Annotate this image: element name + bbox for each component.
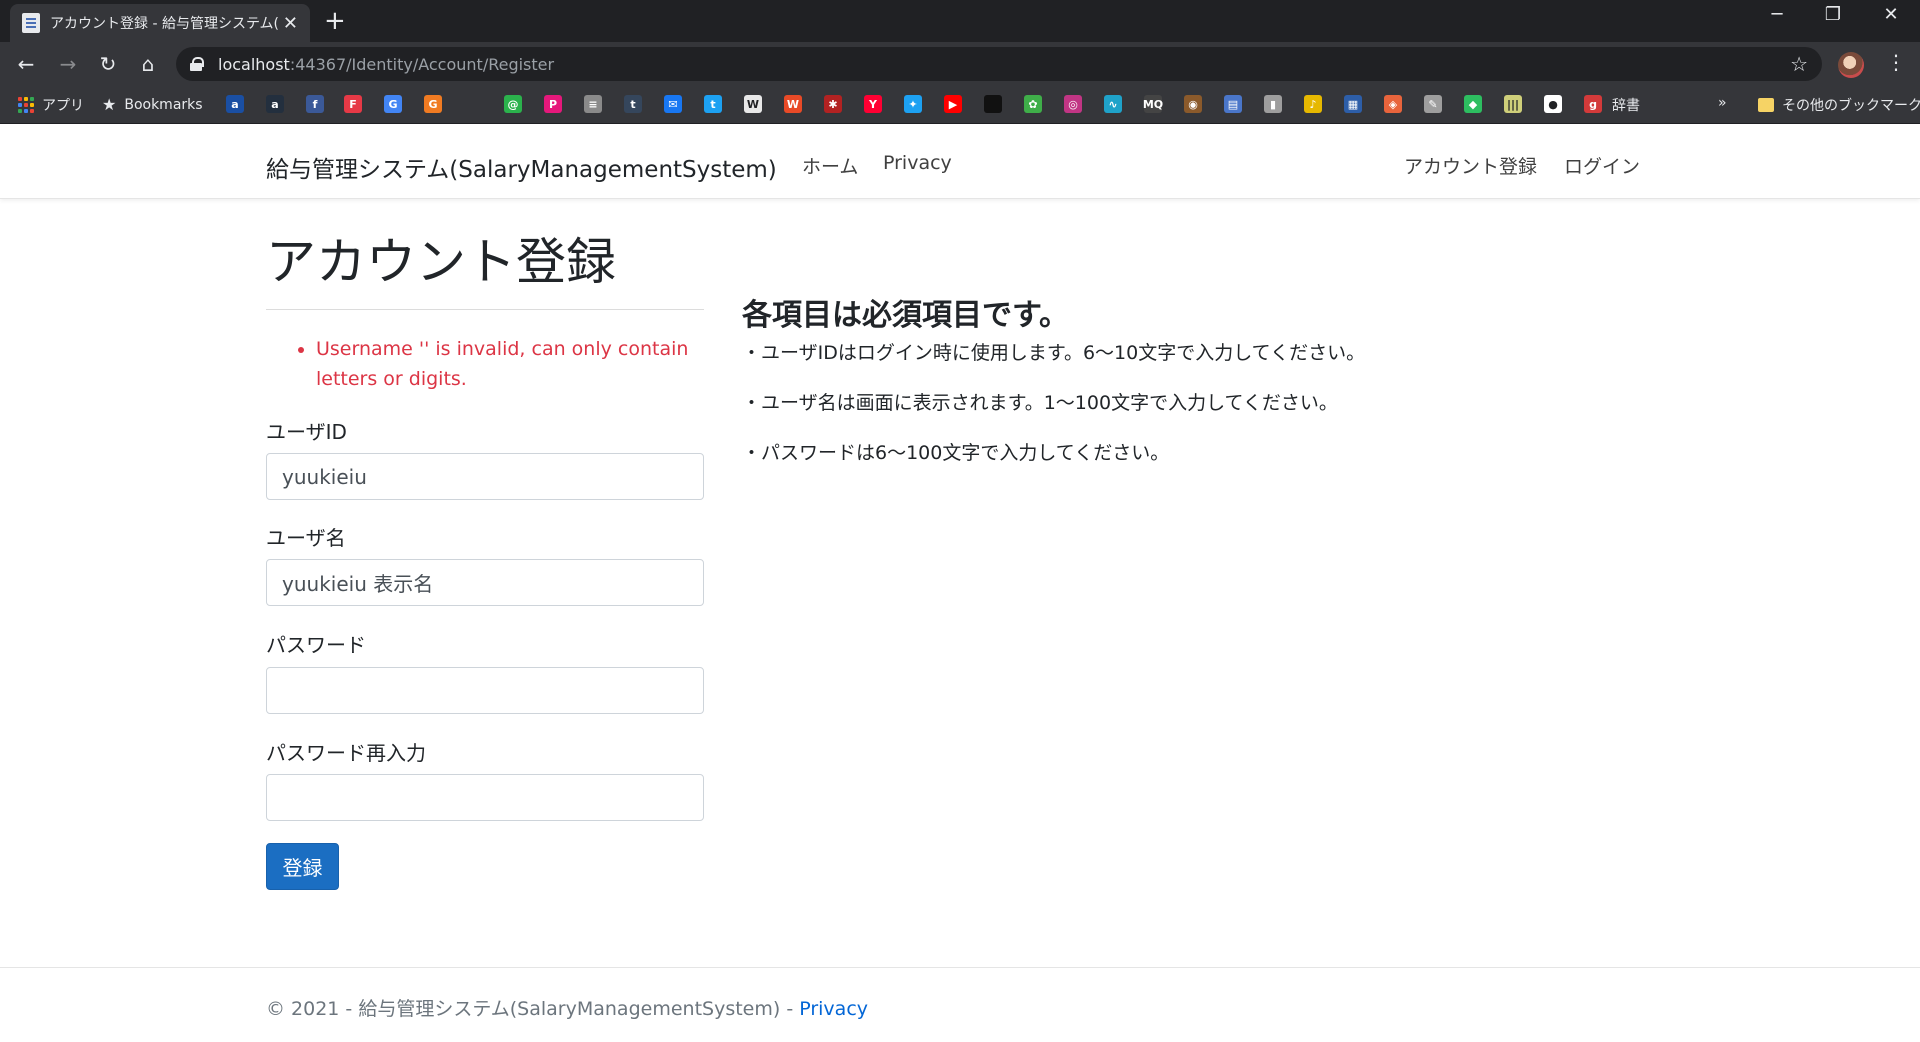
apps-bookmark[interactable]: アプリ xyxy=(18,95,84,115)
star-icon: ★ xyxy=(102,95,117,114)
dictionary-icon[interactable]: g xyxy=(1584,95,1602,113)
amazon-icon[interactable]: a xyxy=(266,95,284,113)
frog-icon[interactable]: ✿ xyxy=(1024,95,1042,113)
info-heading: 各項目は必須項目です。 xyxy=(742,298,1069,333)
google-icon[interactable]: G xyxy=(384,95,402,113)
bookmarks-overflow-icon[interactable]: » xyxy=(1718,95,1727,111)
url-path: :44367/Identity/Account/Register xyxy=(289,54,555,74)
forward-icon[interactable]: → xyxy=(54,52,82,76)
register-button[interactable]: 登録 xyxy=(266,843,339,890)
validation-error: Username '' is invalid, can only contain… xyxy=(316,334,694,394)
note-icon[interactable]: ♪ xyxy=(1304,95,1322,113)
info-password-note: ・パスワードは6～100文字で入力してください。 xyxy=(742,442,1170,464)
restore-icon[interactable]: ❐ xyxy=(1808,4,1858,25)
bookmarks-folder[interactable]: ★ Bookmarks xyxy=(102,95,203,114)
nav-register-link[interactable]: アカウント登録 xyxy=(1404,152,1537,179)
barcode-icon[interactable]: ||| xyxy=(1504,95,1522,113)
other-bookmarks-folder[interactable]: その他のブックマーク xyxy=(1758,95,1920,115)
browser-tab-bar: アカウント登録 - 給与管理システム(S ✕ + ─ ❐ ✕ xyxy=(0,0,1920,42)
address-bar[interactable]: localhost :44367/Identity/Account/Regist… xyxy=(176,47,1822,81)
profile-avatar[interactable] xyxy=(1838,52,1864,78)
info-userid-note: ・ユーザIDはログイン時に使用します。6～10文字で入力してください。 xyxy=(742,342,1366,364)
footer-privacy-link[interactable]: Privacy xyxy=(799,998,868,1020)
confirm-password-input[interactable] xyxy=(266,774,704,821)
back-icon[interactable]: ← xyxy=(12,52,40,76)
username-input[interactable]: yuukieiu 表示名 xyxy=(266,559,704,606)
footer: © 2021 - 給与管理システム(SalaryManagementSystem… xyxy=(266,994,868,1021)
new-tab-icon[interactable]: + xyxy=(324,6,346,36)
page-favicon-icon xyxy=(22,13,40,33)
menu-icon[interactable]: ⋮ xyxy=(1886,50,1906,74)
yahoo-icon[interactable]: Y xyxy=(864,95,882,113)
aws-icon[interactable]: ▦ xyxy=(1344,95,1362,113)
footer-copyright: © 2021 - 給与管理システム(SalaryManagementSystem… xyxy=(266,998,800,1020)
g-orange-icon[interactable]: G xyxy=(424,95,442,113)
browser-toolbar: ← → ↻ ⌂ localhost :44367/Identity/Accoun… xyxy=(0,42,1920,86)
news-icon[interactable]: ▤ xyxy=(1224,95,1242,113)
p-pink-icon[interactable]: P xyxy=(544,95,562,113)
page-title: アカウント登録 xyxy=(266,233,616,291)
userid-input[interactable]: yuukieiu xyxy=(266,453,704,500)
browser-tab[interactable]: アカウント登録 - 給与管理システム(S ✕ xyxy=(10,4,310,42)
userid-label: ユーザID xyxy=(266,420,347,444)
twitter-box-icon[interactable]: t xyxy=(704,95,722,113)
nav-privacy-link[interactable]: Privacy xyxy=(883,152,952,174)
green-circle-icon[interactable]: @ xyxy=(504,95,522,113)
window-close-icon[interactable]: ✕ xyxy=(1866,4,1916,25)
info-username-note: ・ユーザ名は画面に表示されます。1～100文字で入力してください。 xyxy=(742,392,1338,414)
lock-icon[interactable] xyxy=(190,57,204,71)
confirm-password-label: パスワード再入力 xyxy=(266,741,426,765)
tab-close-icon[interactable]: ✕ xyxy=(283,13,298,34)
github-icon[interactable]: ● xyxy=(1544,95,1562,113)
title-divider xyxy=(266,309,704,310)
bookmarks-label: Bookmarks xyxy=(124,96,203,113)
tumblr-icon[interactable]: t xyxy=(624,95,642,113)
dictionary-bookmark[interactable]: 辞書 xyxy=(1612,95,1640,115)
twitter-icon[interactable]: ✦ xyxy=(904,95,922,113)
f-red-icon[interactable]: F xyxy=(344,95,362,113)
url-host: localhost xyxy=(218,54,290,74)
bookmark-star-icon[interactable]: ☆ xyxy=(1790,52,1808,76)
a-icon[interactable]: a xyxy=(226,95,244,113)
doc-icon[interactable]: ≡ xyxy=(584,95,602,113)
home-icon[interactable]: ⌂ xyxy=(134,52,162,76)
validation-summary: Username '' is invalid, can only contain… xyxy=(294,334,694,394)
wikipedia-icon[interactable]: W xyxy=(744,95,762,113)
apple-icon[interactable] xyxy=(984,95,1002,113)
tab-title: アカウント登録 - 給与管理システム(S xyxy=(50,16,278,32)
nav-login-link[interactable]: ログイン xyxy=(1564,152,1640,179)
username-label: ユーザ名 xyxy=(266,526,346,550)
footer-divider xyxy=(0,967,1920,968)
password-label: パスワード xyxy=(266,633,366,657)
nav-home-link[interactable]: ホーム xyxy=(802,152,858,179)
apps-grid-icon xyxy=(18,97,34,113)
folder-icon xyxy=(1758,98,1774,112)
instagram-icon[interactable]: ◎ xyxy=(1064,95,1082,113)
password-input[interactable] xyxy=(266,667,704,714)
reload-icon[interactable]: ↻ xyxy=(94,52,122,76)
dictionary-label: 辞書 xyxy=(1612,98,1640,114)
mq-icon[interactable]: MQ xyxy=(1143,95,1163,113)
pulse-icon[interactable]: ∿ xyxy=(1104,95,1122,113)
site-brand-link[interactable]: 給与管理システム(SalaryManagementSystem) xyxy=(266,150,777,184)
bug-icon[interactable]: ✱ xyxy=(824,95,842,113)
w-orange-icon[interactable]: W xyxy=(784,95,802,113)
web-page: 給与管理システム(SalaryManagementSystem) ホーム Pri… xyxy=(0,124,1920,1042)
minimize-icon[interactable]: ─ xyxy=(1752,4,1802,25)
owl-icon[interactable]: ◉ xyxy=(1184,95,1202,113)
messenger-icon[interactable]: ✉ xyxy=(664,95,682,113)
site-navbar: 給与管理システム(SalaryManagementSystem) ホーム Pri… xyxy=(0,124,1920,199)
youtube-icon[interactable]: ▶ xyxy=(944,95,962,113)
badge-icon[interactable]: ◈ xyxy=(1384,95,1402,113)
other-bookmarks-label: その他のブックマーク xyxy=(1782,98,1920,114)
evernote-icon[interactable]: ◆ xyxy=(1464,95,1482,113)
pen-icon[interactable]: ✎ xyxy=(1424,95,1442,113)
book-icon[interactable]: ▮ xyxy=(1264,95,1282,113)
apps-label: アプリ xyxy=(42,98,84,114)
facebook-icon[interactable]: f xyxy=(306,95,324,113)
